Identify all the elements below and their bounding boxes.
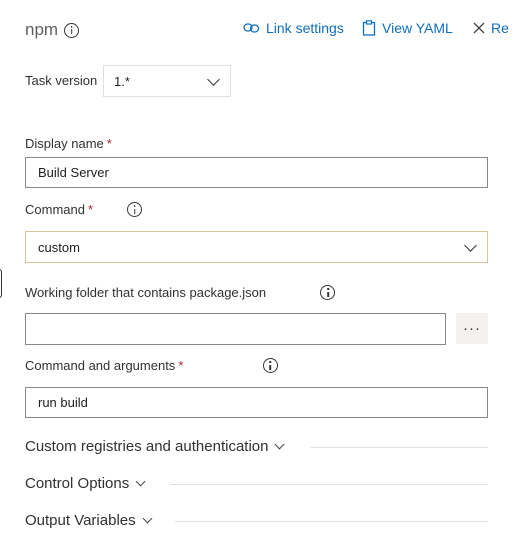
required-mark: * [87, 202, 94, 217]
info-icon[interactable] [262, 358, 278, 373]
chevron-down-icon [207, 72, 220, 86]
info-icon[interactable] [320, 285, 336, 300]
chevron-down-icon [142, 513, 153, 524]
working-folder-label: Working folder that contains package.jso… [25, 285, 267, 300]
clipboard-icon [362, 20, 376, 36]
control-options-section[interactable]: Control Options [25, 475, 146, 492]
arguments-label: Command and arguments * [25, 358, 183, 373]
arguments-label-text: Command and arguments [25, 358, 176, 373]
view-yaml-label: View YAML [382, 20, 453, 36]
close-icon [473, 22, 485, 34]
task-version-value: 1.* [114, 73, 130, 89]
custom-registries-label: Custom registries and authentication [25, 438, 269, 455]
command-label-text: Command [25, 202, 85, 217]
command-value: custom [38, 239, 80, 255]
panel-edge-handle[interactable] [0, 269, 2, 298]
chevron-down-icon [135, 476, 146, 487]
section-divider [170, 484, 488, 485]
remove-label: Re [491, 20, 509, 36]
working-folder-input[interactable] [25, 313, 446, 345]
chevron-down-icon [464, 238, 477, 252]
output-variables-label: Output Variables [25, 512, 136, 529]
section-divider [311, 447, 488, 448]
display-name-label: Display name * [25, 136, 112, 151]
task-title: npm [25, 20, 80, 40]
output-variables-section[interactable]: Output Variables [25, 512, 153, 529]
section-divider [175, 521, 488, 522]
display-name-label-text: Display name [25, 136, 104, 151]
control-options-label: Control Options [25, 475, 130, 492]
remove-button[interactable]: Re [473, 20, 509, 36]
task-version-dropdown[interactable]: 1.* [103, 65, 231, 97]
display-name-input[interactable]: Build Server [25, 157, 488, 188]
view-yaml-button[interactable]: View YAML [362, 20, 453, 36]
browse-button[interactable]: ··· [456, 313, 488, 344]
command-dropdown[interactable]: custom [25, 231, 488, 263]
link-settings-label: Link settings [266, 20, 344, 36]
info-icon[interactable] [127, 202, 142, 217]
link-icon [243, 23, 260, 33]
arguments-input[interactable]: run build [25, 387, 488, 418]
arguments-value: run build [38, 395, 88, 410]
link-settings-button[interactable]: Link settings [243, 20, 344, 36]
required-mark: * [178, 358, 184, 373]
info-icon[interactable] [64, 22, 80, 38]
task-version-label: Task version [25, 73, 98, 88]
chevron-down-icon [275, 439, 285, 450]
display-name-value: Build Server [38, 165, 109, 180]
required-mark: * [106, 136, 112, 151]
command-label: Command * [25, 202, 93, 217]
task-title-text: npm [25, 20, 59, 39]
custom-registries-section[interactable]: Custom registries and authentication [25, 438, 285, 455]
